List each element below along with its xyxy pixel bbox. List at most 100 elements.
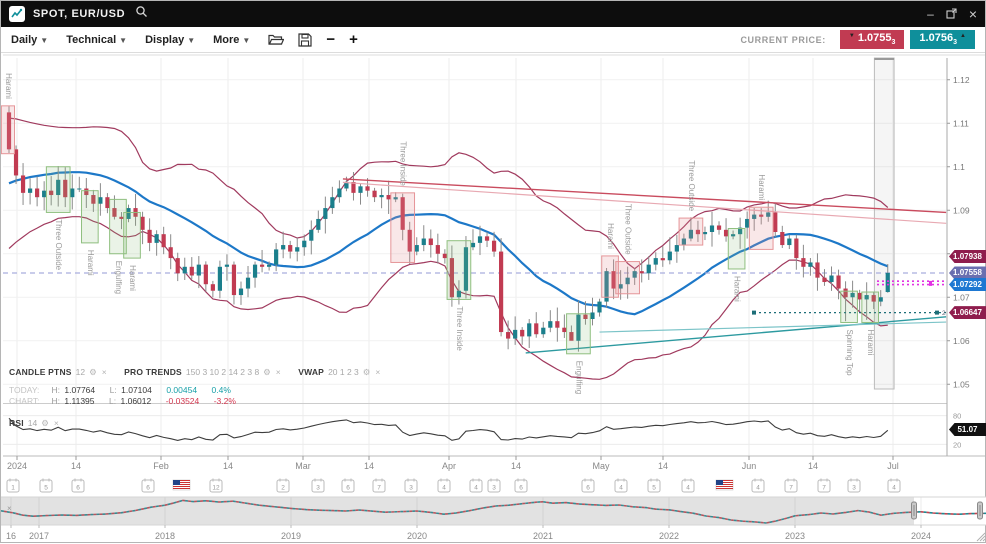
menu-interval[interactable]: Daily▼ xyxy=(11,34,48,46)
navigator-year-label: 2017 xyxy=(29,531,49,541)
chart-high: 1.11395 xyxy=(64,396,94,406)
svg-text:1.06: 1.06 xyxy=(953,336,970,346)
pattern-box xyxy=(616,262,640,294)
navigator-mask[interactable] xyxy=(1,497,914,525)
svg-text:2024: 2024 xyxy=(7,461,27,471)
calendar-event-icon[interactable]: 2 xyxy=(277,479,289,493)
gear-icon[interactable]: ⚙ xyxy=(363,367,371,377)
pattern-box xyxy=(862,292,879,322)
rsi-value-badge: 51.07 xyxy=(949,423,986,436)
svg-text:1.09: 1.09 xyxy=(953,205,970,215)
title-bar: SPOT, EUR/USD – × xyxy=(1,1,985,27)
pattern-label: Harami xyxy=(606,223,615,249)
rsi-line xyxy=(9,418,888,440)
close-icon[interactable]: × xyxy=(276,367,281,377)
svg-text:3: 3 xyxy=(316,485,320,492)
svg-text:1.11: 1.11 xyxy=(953,118,969,128)
chevron-down-icon: ▼ xyxy=(242,36,250,45)
axis-price-badge: 1.06647 xyxy=(949,306,986,319)
calendar-event-icon[interactable]: 3 xyxy=(312,479,324,493)
calendar-event-icon[interactable]: 6 xyxy=(342,479,354,493)
close-icon[interactable]: × xyxy=(54,418,59,428)
pattern-box xyxy=(1,106,14,154)
calendar-event-icon[interactable]: 3 xyxy=(848,479,860,493)
zoom-in-button[interactable]: + xyxy=(349,32,358,47)
menu-technical[interactable]: Technical▼ xyxy=(66,34,127,46)
close-icon[interactable]: × xyxy=(102,367,107,377)
calendar-event-icon[interactable]: 7 xyxy=(373,479,385,493)
resize-grip-icon[interactable] xyxy=(977,533,985,541)
navigator-close-icon[interactable]: × xyxy=(7,504,12,513)
pattern-label: Harami xyxy=(4,73,13,99)
svg-text:1.1: 1.1 xyxy=(953,162,965,172)
calendar-event-icon[interactable]: 6 xyxy=(142,479,154,493)
latest-session-highlight[interactable] xyxy=(874,58,894,389)
close-button[interactable]: × xyxy=(969,7,977,21)
save-icon[interactable] xyxy=(298,33,312,47)
minimize-button[interactable]: – xyxy=(927,8,934,20)
calendar-event-icon[interactable]: 3 xyxy=(488,479,500,493)
gear-icon[interactable]: ⚙ xyxy=(263,367,271,377)
us-flag-icon[interactable] xyxy=(173,480,190,490)
order-marker xyxy=(929,281,932,286)
calendar-event-icon[interactable]: 4 xyxy=(438,479,450,493)
calendar-event-icon[interactable]: 6 xyxy=(582,479,594,493)
pattern-label: Harami xyxy=(128,265,137,291)
chart-canvas[interactable]: 2 Harami Three Outside Harami Engulfing Haram… xyxy=(1,1,986,544)
calendar-event-icon[interactable]: 1 xyxy=(7,479,19,493)
calendar-event-icon[interactable]: 7 xyxy=(818,479,830,493)
svg-text:14: 14 xyxy=(511,461,521,471)
gear-icon[interactable]: ⚙ xyxy=(41,418,49,428)
svg-text:Feb: Feb xyxy=(153,461,169,471)
calendar-event-icon[interactable]: 4 xyxy=(752,479,764,493)
calendar-event-icon[interactable]: 4 xyxy=(615,479,627,493)
ask-price-badge: 1.07563 ▲ xyxy=(910,30,975,48)
current-price-label: CURRENT PRICE: xyxy=(740,35,825,45)
event-icons-row[interactable]: 1 5 6 6 12 2 3 6 7 3 4 4 3 6 6 4 5 4 4 7 7 3 4 xyxy=(7,479,900,493)
close-icon[interactable]: × xyxy=(375,367,380,377)
calendar-event-icon[interactable]: 12 xyxy=(210,479,222,493)
pattern-label: Three Outside xyxy=(54,219,63,270)
nav-handle-right[interactable] xyxy=(978,502,983,519)
calendar-event-icon[interactable]: 4 xyxy=(888,479,900,493)
svg-text:14: 14 xyxy=(364,461,374,471)
calendar-event-icon[interactable]: 4 xyxy=(470,479,482,493)
calendar-event-icon[interactable]: 5 xyxy=(648,479,660,493)
pattern-label: Harami xyxy=(733,276,742,302)
trend-lines[interactable] xyxy=(343,179,946,353)
navigator-year-label: 2021 xyxy=(533,531,553,541)
calendar-event-icon[interactable]: 6 xyxy=(515,479,527,493)
popout-button[interactable] xyxy=(946,8,957,21)
svg-text:4: 4 xyxy=(474,485,478,492)
svg-text:2: 2 xyxy=(281,485,285,492)
calendar-event-icon[interactable]: 5 xyxy=(40,479,52,493)
calendar-event-icon[interactable]: 7 xyxy=(785,479,797,493)
svg-text:4: 4 xyxy=(442,485,446,492)
svg-text:Apr: Apr xyxy=(442,461,456,471)
pattern-label: Engulfing xyxy=(114,261,123,294)
calendar-event-icon[interactable]: 4 xyxy=(682,479,694,493)
app-window: 2 Harami Three Outside Harami Engulfing Haram… xyxy=(0,0,986,543)
svg-text:6: 6 xyxy=(519,485,523,492)
svg-text:6: 6 xyxy=(586,485,590,492)
range-navigator[interactable]: ×1620172018201920202021202220232024 xyxy=(1,497,986,541)
navigator-year-label: 2022 xyxy=(659,531,679,541)
search-icon[interactable] xyxy=(135,5,148,23)
gear-icon[interactable]: ⚙ xyxy=(89,367,97,377)
us-flag-icon[interactable] xyxy=(716,480,733,490)
rsi-legend: RSI14⚙× xyxy=(9,413,64,431)
pattern-box xyxy=(567,314,591,354)
open-folder-icon[interactable] xyxy=(268,33,284,46)
svg-text:7: 7 xyxy=(822,485,826,492)
zoom-out-button[interactable]: − xyxy=(326,32,335,47)
pattern-box xyxy=(841,291,858,322)
menu-more[interactable]: More▼ xyxy=(213,34,250,46)
svg-text:5: 5 xyxy=(44,485,48,492)
pattern-label: Three Outside xyxy=(687,160,696,211)
calendar-event-icon[interactable]: 6 xyxy=(72,479,84,493)
svg-text:Mar: Mar xyxy=(295,461,311,471)
svg-text:May: May xyxy=(592,461,610,471)
calendar-event-icon[interactable]: 3 xyxy=(405,479,417,493)
menu-display[interactable]: Display▼ xyxy=(145,34,195,46)
nav-handle-left[interactable] xyxy=(912,502,917,519)
